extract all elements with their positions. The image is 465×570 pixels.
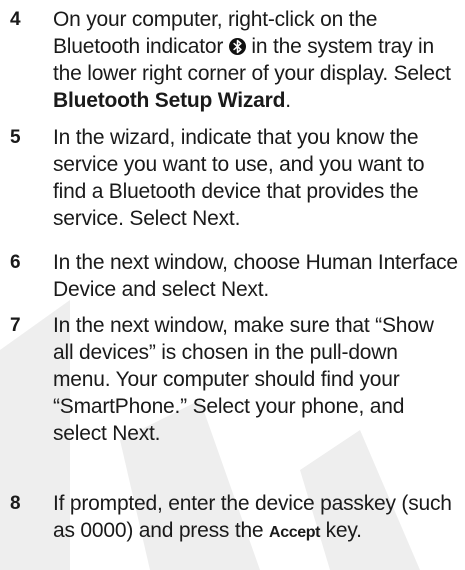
- accept-key-label: Accept: [269, 524, 320, 541]
- step-text: In the next window, make sure that “Show…: [53, 314, 434, 445]
- step-text: If prompted, enter the device passkey (s…: [53, 492, 452, 542]
- bluetooth-icon: [228, 38, 246, 55]
- instruction-steps: 4 On your computer, right-click on the B…: [0, 0, 465, 542]
- step-text: In the wizard, indicate that you know th…: [53, 126, 425, 230]
- step-number: 6: [10, 252, 21, 273]
- step-number: 8: [10, 493, 21, 514]
- step-text: In the next window, choose Human Interfa…: [53, 251, 458, 301]
- step-number: 5: [10, 127, 21, 148]
- step-number: 7: [10, 315, 21, 336]
- step-number: 4: [10, 9, 21, 30]
- step-text: On your computer, right-click on the Blu…: [53, 8, 451, 112]
